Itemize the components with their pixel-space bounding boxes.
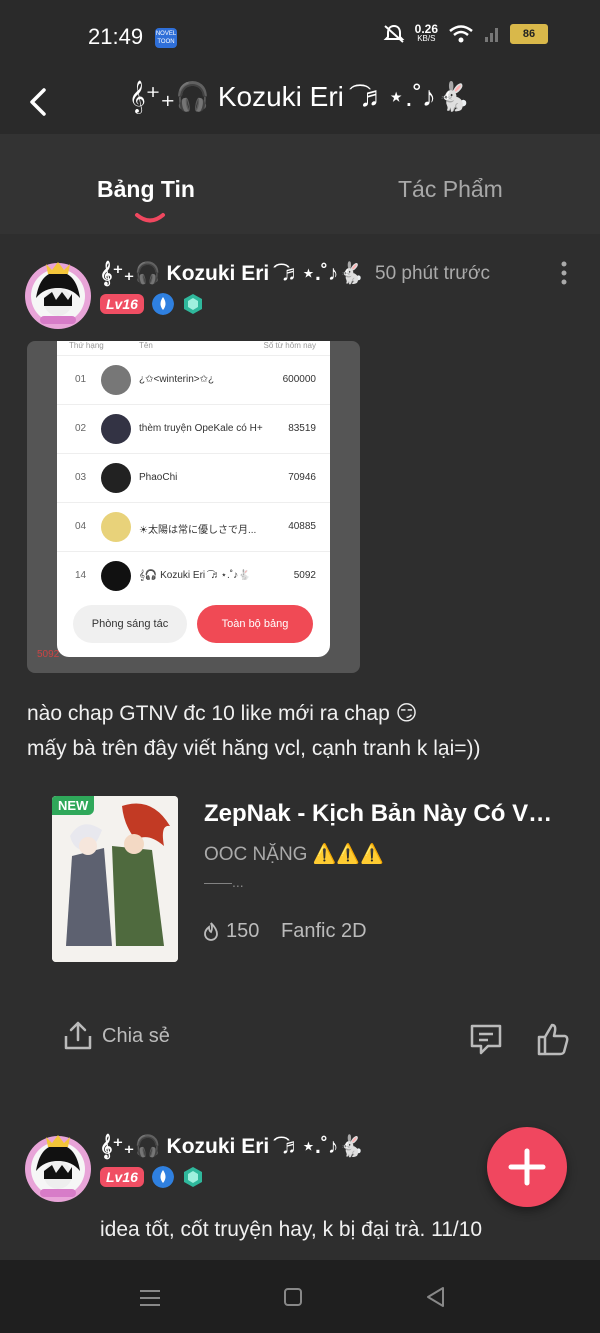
ranking-row: 02 thèm truyện OpeKale có H+ 83519 xyxy=(57,405,330,454)
full-board-button: Toàn bộ bảng xyxy=(197,605,313,643)
rank: 04 xyxy=(75,521,87,532)
tab-bar: Bảng Tin Tác Phẩm xyxy=(0,134,600,234)
rank-avatar xyxy=(101,365,131,395)
water-drop-icon xyxy=(151,293,174,315)
rank: 01 xyxy=(75,374,87,385)
ranking-card: Thứ hạng Tên Số từ hôm nay 01 ¿✩<winteri… xyxy=(57,341,330,657)
post-text: idea tốt, cốt truyện hay, k bị đại trà. … xyxy=(100,1218,483,1241)
book-tag: OOC NẶNG ⚠️⚠️⚠️ xyxy=(204,844,384,865)
rank-name: thèm truyện OpeKale có H+ xyxy=(139,423,263,434)
gem-icon xyxy=(183,294,202,314)
tab-active-indicator xyxy=(135,213,165,223)
ranking-row: 01 ¿✩<winterin>✩¿ 600000 xyxy=(57,356,330,405)
mute-icon xyxy=(383,24,405,43)
book-title[interactable]: ZepNak - Kịch Bản Này Có Vấn Đề xyxy=(204,800,564,828)
rank-name: ¿✩<winterin>✩¿ xyxy=(139,374,215,385)
recent-apps-icon[interactable] xyxy=(139,1288,161,1308)
header-rank: Thứ hạng xyxy=(69,341,104,350)
wifi-icon xyxy=(449,25,473,43)
book-reads: 150 xyxy=(202,920,259,943)
post-author[interactable]: 𝄞⁺₊🎧 Kozuki Eri ͡ ♬⋆.˚♪🐇 xyxy=(100,261,365,286)
user-badges: Lv16 xyxy=(100,293,204,315)
post-text-line: nào chap GTNV đc 10 like mới ra chap 😏 xyxy=(27,702,418,725)
cover-art-image xyxy=(52,796,178,962)
ranking-header: Thứ hạng Tên Số từ hôm nay xyxy=(57,341,330,356)
post-actions: Chia sẻ xyxy=(0,1020,600,1064)
user-badges: Lv16 xyxy=(100,1166,204,1188)
book-cover[interactable]: NEW xyxy=(52,796,178,962)
net-speed: 0.26 xyxy=(414,22,438,36)
flame-icon xyxy=(204,921,218,941)
book-card[interactable]: NEW ZepNak - Kịch Bản Này Có Vấn Đề OOC … xyxy=(52,796,572,964)
rank-value: 70946 xyxy=(288,472,316,483)
novel-toon-icon: NOVEL TOON xyxy=(155,28,177,48)
rank: 14 xyxy=(75,570,87,581)
tab-tac-pham[interactable]: Tác Phẩm xyxy=(398,176,503,203)
avatar[interactable] xyxy=(22,258,94,330)
rank-name: 𝄞🎧 Kozuki Eri ͡ ♬⋆.˚♪🐇 xyxy=(139,570,251,581)
post-author[interactable]: 𝄞⁺₊🎧 Kozuki Eri ͡ ♬⋆.˚♪🐇 xyxy=(100,1134,365,1159)
post-image[interactable]: Thứ hạng Tên Số từ hôm nay 01 ¿✩<winteri… xyxy=(27,341,360,673)
like-icon[interactable] xyxy=(535,1022,571,1058)
rank: 02 xyxy=(75,423,87,434)
tab-bang-tin[interactable]: Bảng Tin xyxy=(97,176,195,203)
post-text-line: mấy bà trên đây viết hăng vcl, cạnh tran… xyxy=(27,737,481,760)
rank: 03 xyxy=(75,472,87,483)
new-badge: NEW xyxy=(52,796,95,815)
comment-icon[interactable] xyxy=(468,1022,504,1058)
battery-icon: 86 xyxy=(510,24,548,44)
post-text: nào chap GTNV đc 10 like mới ra chap 😏 m… xyxy=(27,696,480,766)
rank-value: 600000 xyxy=(282,374,316,385)
avatar[interactable] xyxy=(22,1131,94,1203)
status-indicators: 0.26 KB/S 86 xyxy=(383,22,548,44)
gem-icon xyxy=(183,1167,202,1187)
nav-back-icon[interactable] xyxy=(424,1285,446,1309)
plus-icon xyxy=(508,1148,546,1186)
rank-value: 5092 xyxy=(293,570,316,581)
create-post-button[interactable] xyxy=(487,1127,567,1207)
level-badge: Lv16 xyxy=(100,294,144,314)
rank-name: PhaoChi xyxy=(139,472,178,483)
status-bar: 21:49 NOVEL TOON 0.26 KB/S 86 xyxy=(0,0,600,70)
rank-value: 40885 xyxy=(288,521,316,532)
book-genre: Fanfic 2D xyxy=(281,920,367,942)
post-time: 50 phút trước xyxy=(375,263,490,284)
level-badge: Lv16 xyxy=(100,1167,144,1187)
book-description: ——... xyxy=(204,874,244,890)
app-bar: 𝄞⁺₊🎧 Kozuki Eri ͡ ♬⋆.˚♪🐇 xyxy=(0,70,600,134)
corner-value: 5092 xyxy=(37,649,60,660)
rank-name: ☀太陽は常に優しさで月... xyxy=(139,525,257,536)
rank-avatar xyxy=(101,463,131,493)
rank-value: 83519 xyxy=(288,423,316,434)
water-drop-icon xyxy=(151,1166,174,1188)
header-name: Tên xyxy=(139,341,153,350)
reads-count: 150 xyxy=(226,920,260,942)
rank-avatar xyxy=(101,512,131,542)
net-unit: KB/S xyxy=(417,34,436,43)
ranking-row: 03 PhaoChi 70946 xyxy=(57,454,330,503)
rank-avatar xyxy=(101,414,131,444)
status-time: 21:49 xyxy=(88,24,144,49)
header-value: Số từ hôm nay xyxy=(263,341,317,350)
share-button[interactable]: Chia sẻ xyxy=(62,1020,170,1052)
share-label: Chia sẻ xyxy=(102,1024,170,1047)
share-icon xyxy=(64,1021,92,1050)
studio-button: Phòng sáng tác xyxy=(73,605,187,643)
system-nav-bar xyxy=(0,1260,600,1333)
ranking-row: 04 ☀太陽は常に優しさで月... 40885 xyxy=(57,503,330,552)
page-title: 𝄞⁺₊🎧 Kozuki Eri ͡ ♬⋆.˚♪🐇 xyxy=(129,81,471,112)
ranking-row: 14 𝄞🎧 Kozuki Eri ͡ ♬⋆.˚♪🐇 5092 xyxy=(57,552,330,600)
home-icon[interactable] xyxy=(283,1287,303,1307)
more-options-icon[interactable] xyxy=(556,260,572,286)
rank-avatar xyxy=(101,561,131,591)
signal-icon xyxy=(485,28,498,42)
